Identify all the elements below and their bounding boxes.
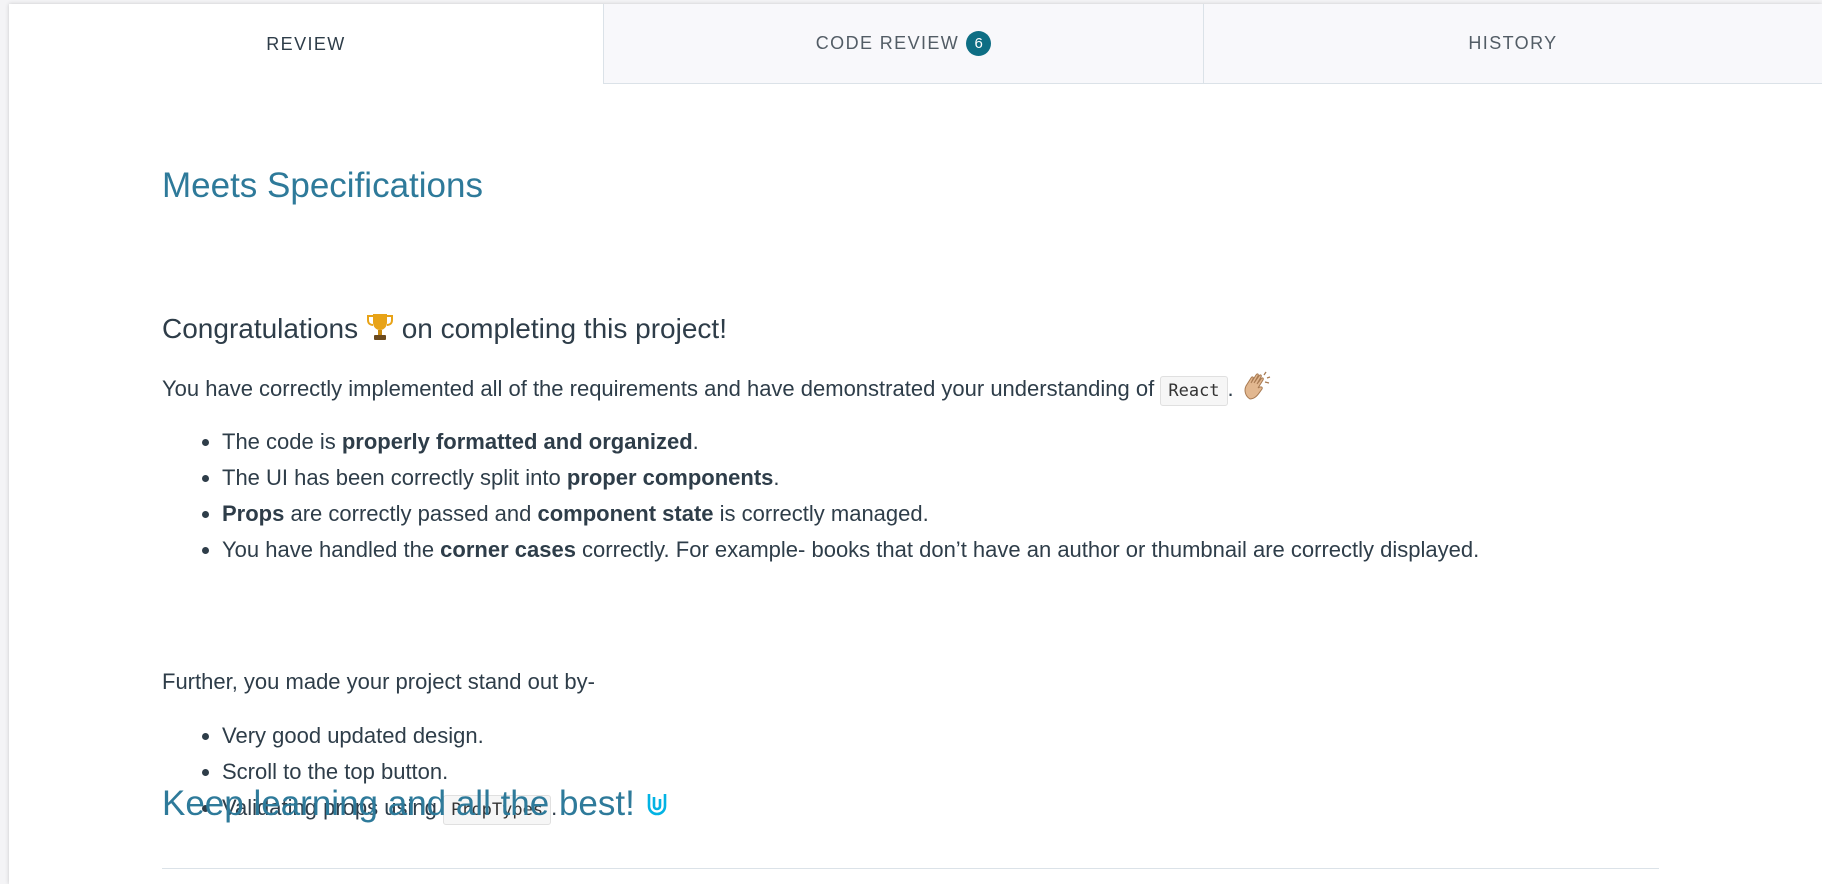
intro-period: . [1227,375,1234,401]
list-item-text: Very good updated design. [222,723,484,748]
tab-history-label: HISTORY [1468,33,1558,53]
tab-review[interactable]: REVIEW [9,4,603,84]
code-review-count-badge: 6 [966,31,992,56]
closing-text: Keep learning and all the best! [162,784,635,823]
list-item-bold: component state [537,501,714,526]
tab-bar: REVIEW CODE REVIEW 6 HISTORY [9,4,1822,84]
trophy-icon [366,312,394,349]
congrats-text-end: on completing this project! [401,312,727,344]
list-item: Very good updated design. [222,718,557,754]
requirements-list: The code is properly formatted and organ… [162,424,1479,568]
review-result-heading: Meets Specifications [162,166,483,205]
list-item-text: correctly. For example- books that don’t… [575,537,1480,562]
review-card: REVIEW CODE REVIEW 6 HISTORY Meets Speci… [9,4,1822,884]
list-item-text: . [692,429,699,454]
list-item-text: The code is [222,429,342,454]
list-item-bold: properly formatted and organized [341,429,693,454]
list-item-text: are correctly passed and [284,501,538,526]
congrats-heading: Congratulations on completing this proje… [162,312,727,349]
clapping-hands-icon [1240,371,1272,409]
list-item-bold: proper components [566,465,774,490]
udacity-logo-icon [645,791,669,817]
list-item-text: You have handled the [222,537,441,562]
tab-review-label: REVIEW [266,33,346,54]
intro-paragraph: You have correctly implemented all of th… [162,371,1272,409]
tab-history[interactable]: HISTORY [1203,4,1822,84]
list-item: The UI has been correctly split into pro… [222,460,1479,496]
closing-heading: Keep learning and all the best! [162,784,669,824]
tab-code-review[interactable]: CODE REVIEW 6 [603,4,1203,84]
react-code: React [1160,375,1228,406]
list-item-text: The UI has been correctly split into [222,465,567,490]
list-item-bold: corner cases [440,537,576,562]
list-item: The code is properly formatted and organ… [222,424,1479,460]
section-divider [162,868,1659,869]
intro-text: You have correctly implemented all of th… [162,375,1155,401]
tab-code-review-label: CODE REVIEW [815,33,960,53]
list-item-text: . [773,465,780,490]
list-item: Props are correctly passed and component… [222,496,1479,532]
further-paragraph: Further, you made your project stand out… [162,669,595,694]
list-item: You have handled the corner cases correc… [222,532,1479,568]
list-item-bold: Props [222,501,285,526]
list-item-text: Scroll to the top button. [222,759,449,784]
congrats-text-start: Congratulations [162,312,359,344]
list-item-text: is correctly managed. [713,501,929,526]
